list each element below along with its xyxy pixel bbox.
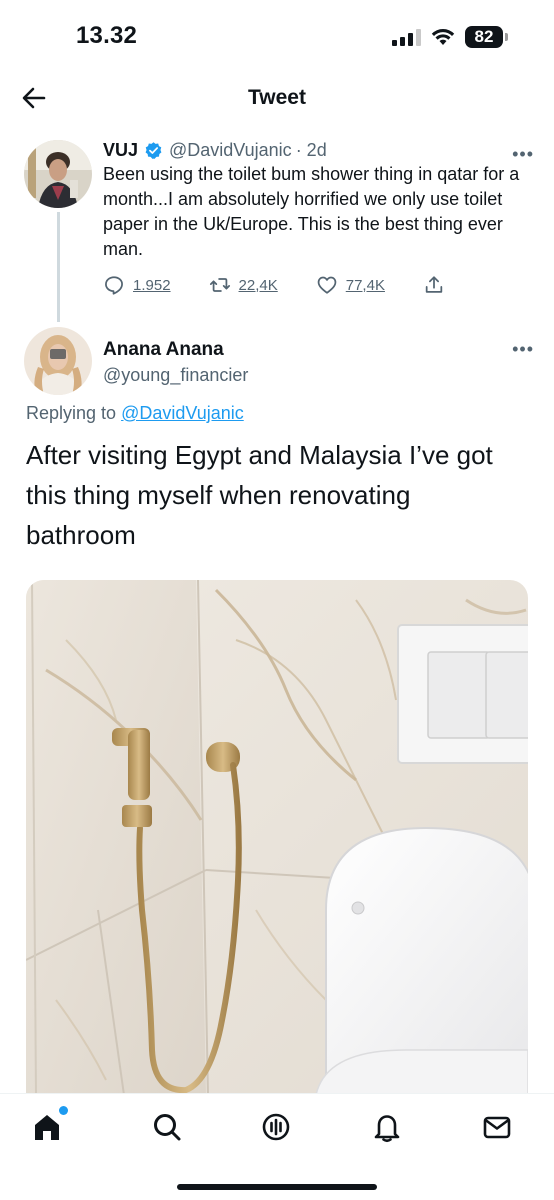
author-name[interactable]: VUJ: [103, 140, 138, 161]
cellular-signal-icon: [392, 28, 421, 46]
home-indicator[interactable]: [177, 1184, 377, 1190]
replying-prefix: Replying to: [26, 403, 122, 423]
page-title: Tweet: [248, 86, 306, 109]
author-handle[interactable]: @DavidVujanic: [169, 140, 292, 161]
reply-icon: [105, 276, 123, 295]
tweet-time: · 2d: [295, 140, 327, 160]
retweet-button[interactable]: 22,4K: [209, 274, 278, 296]
home-notification-dot: [59, 1106, 68, 1115]
more-dots-icon[interactable]: •••: [512, 339, 534, 360]
verified-badge-icon: [145, 142, 162, 159]
battery-level: 82: [465, 26, 503, 48]
tweet-photo[interactable]: [26, 580, 528, 1095]
like-button[interactable]: 77,4K: [316, 274, 385, 296]
spaces-icon[interactable]: [259, 1110, 293, 1144]
search-icon[interactable]: [150, 1110, 184, 1144]
status-bar: 13.32 82: [0, 0, 554, 76]
retweet-count: 22,4K: [238, 276, 278, 294]
avatar[interactable]: [24, 140, 92, 208]
notifications-icon[interactable]: [370, 1110, 404, 1144]
reply-button[interactable]: 1.952: [103, 274, 171, 296]
replying-to-link[interactable]: @DavidVujanic: [121, 403, 244, 423]
status-time: 13.32: [76, 22, 138, 49]
reply-author-name[interactable]: Anana Anana: [103, 339, 224, 361]
battery-icon: 82: [465, 26, 508, 48]
share-button[interactable]: [423, 274, 445, 296]
avatar[interactable]: [24, 327, 92, 395]
status-icons: 82: [392, 26, 508, 48]
messages-icon[interactable]: [480, 1110, 514, 1144]
wifi-icon: [431, 29, 455, 45]
retweet-icon: [209, 278, 230, 292]
heart-icon: [317, 276, 337, 294]
share-icon: [425, 276, 443, 293]
tweet-actions: 1.952 22,4K 77,4K: [103, 274, 483, 296]
thread-line: [57, 212, 60, 322]
home-icon[interactable]: [30, 1110, 64, 1144]
tweet-author-row: VUJ @DavidVujanic · 2d: [103, 140, 327, 161]
tweet-header: Tweet: [0, 76, 554, 122]
reply-count: 1.952: [133, 276, 171, 294]
like-count: 77,4K: [345, 276, 385, 294]
tweet-text: Been using the toilet bum shower thing i…: [103, 164, 520, 259]
reply-text: After visiting Egypt and Malaysia I’ve g…: [26, 440, 493, 550]
replying-to: Replying to @DavidVujanic: [26, 403, 244, 424]
reply-author-handle[interactable]: @young_financier: [103, 365, 248, 386]
